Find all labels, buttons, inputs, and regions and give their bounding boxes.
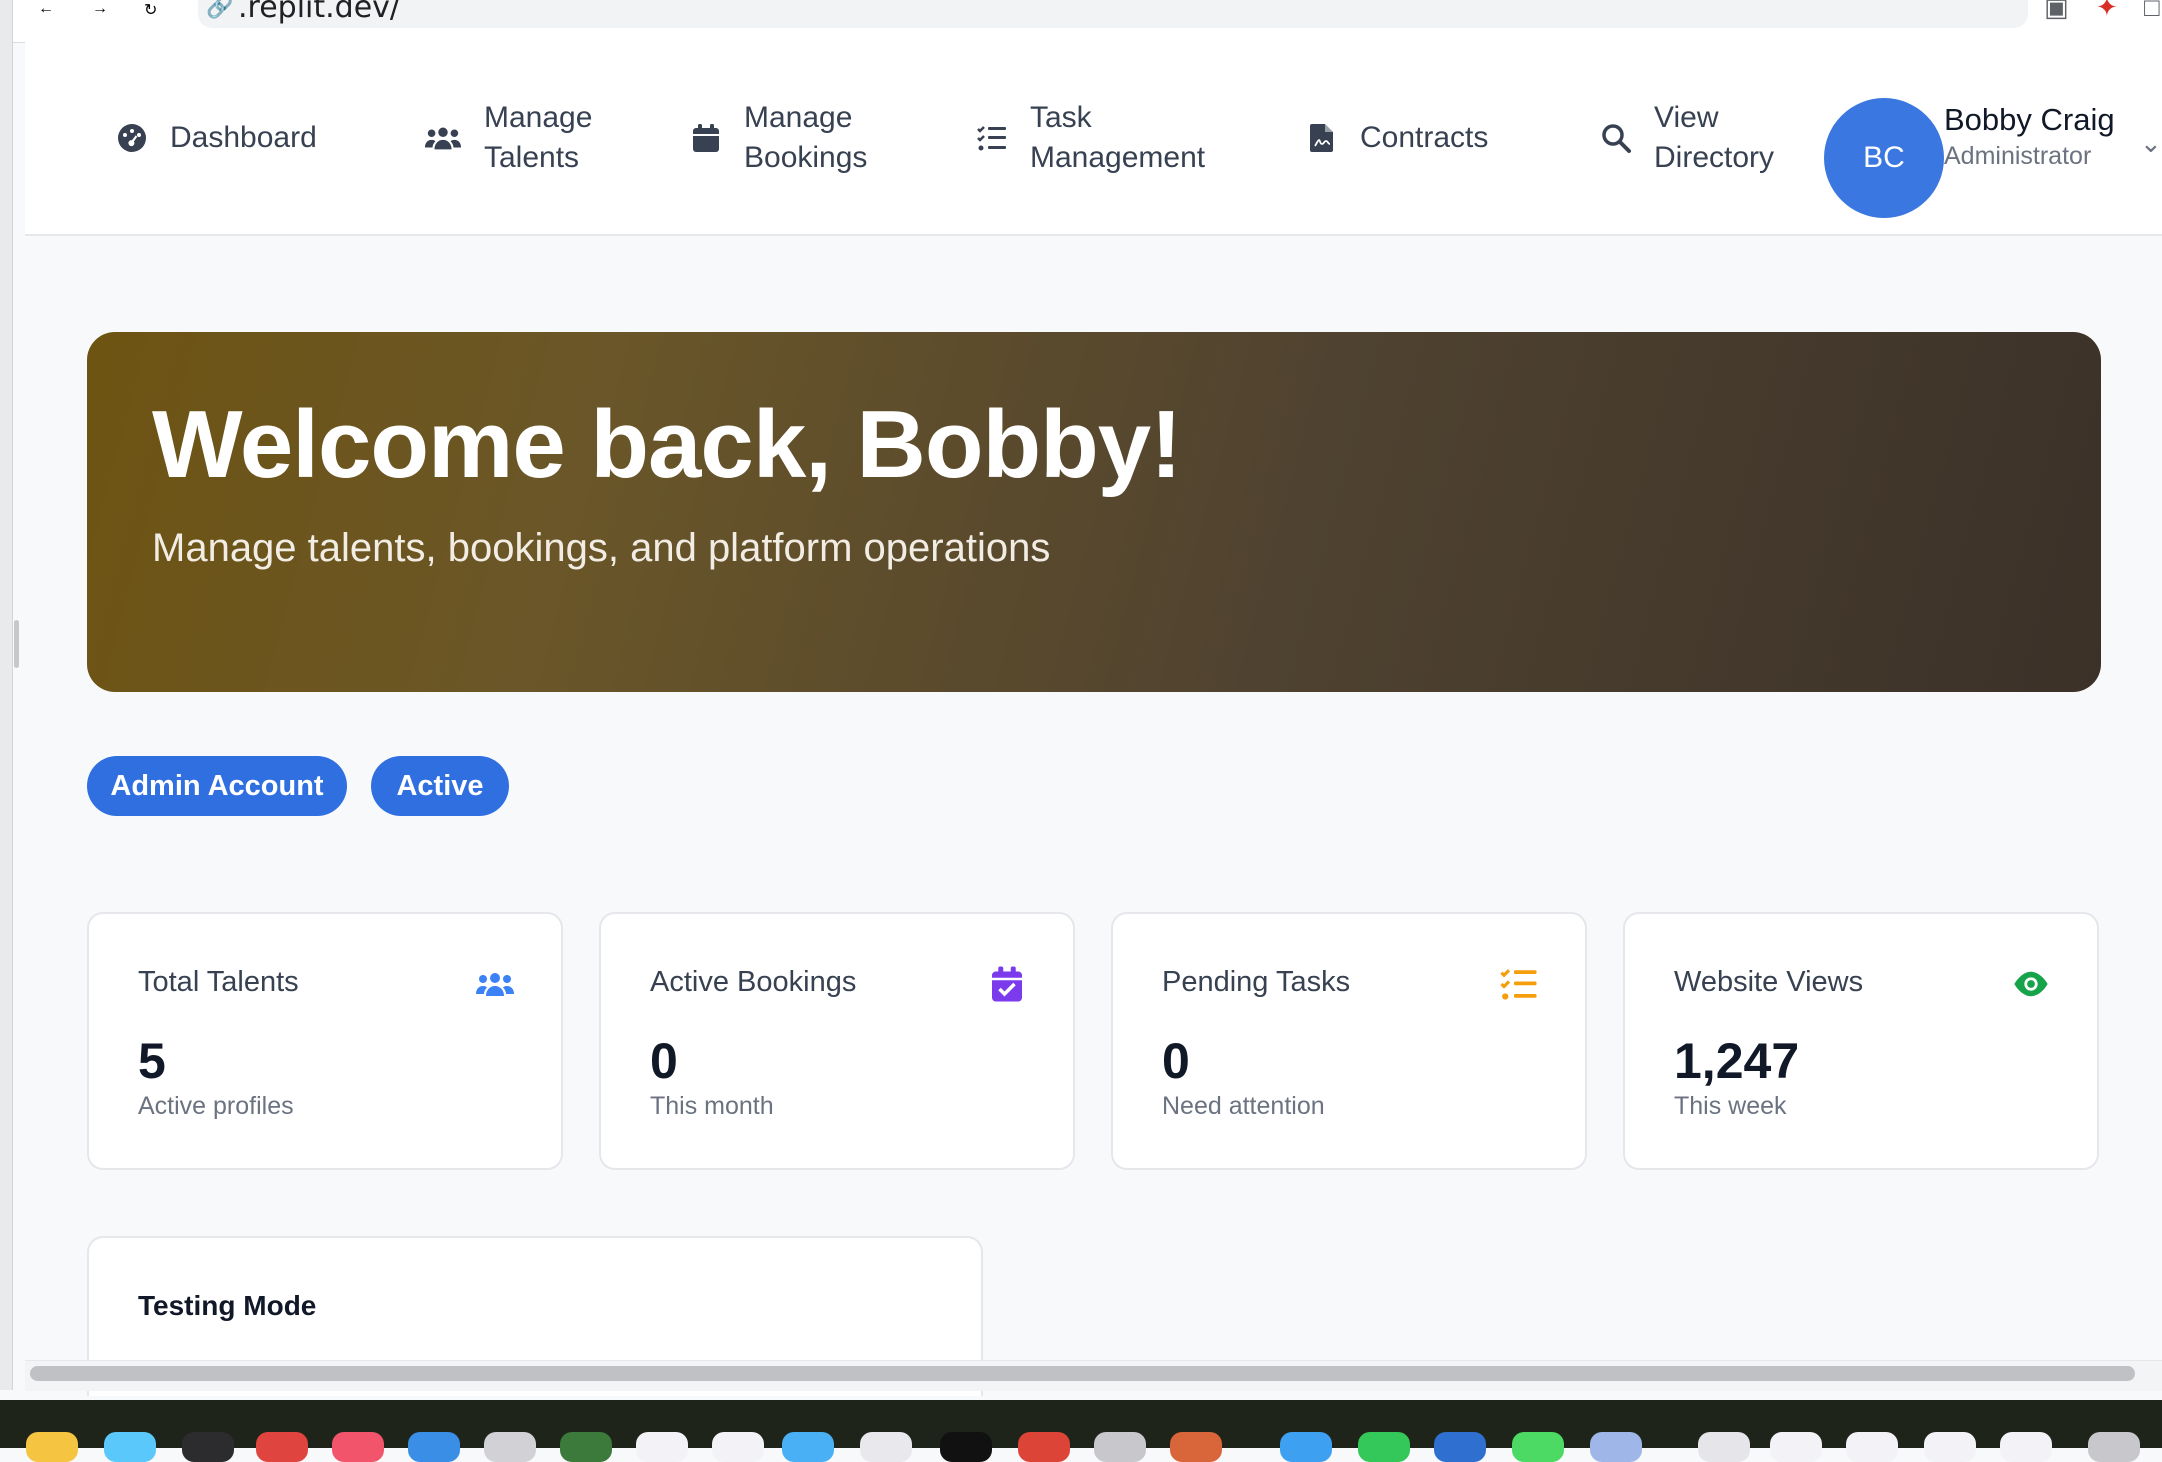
nav-task-management[interactable]: Task Management [976,98,1205,178]
stat-value: 5 [138,1033,166,1089]
user-role: Administrator [1944,142,2092,170]
nav-label-line2: Management [1030,141,1206,174]
reload-icon[interactable]: ↻ [144,0,157,20]
resize-handle[interactable] [14,620,19,668]
user-name[interactable]: Bobby Craig [1944,102,2115,138]
app-icon[interactable] [484,1432,536,1462]
safari-icon[interactable] [782,1432,834,1462]
app-icon[interactable] [1698,1432,1750,1462]
nav-label-line2: Talents [484,141,580,174]
app-icon[interactable] [636,1432,688,1462]
app-icon[interactable] [1170,1432,1222,1462]
nav-label-line1: View [1654,101,1719,134]
app-icon[interactable] [940,1432,992,1462]
app-icon[interactable] [1434,1432,1486,1462]
stat-subtext: Need attention [1162,1092,1325,1120]
stat-card-total-talents[interactable]: Total Talents 5 Active profiles [87,912,563,1170]
welcome-subtitle: Manage talents, bookings, and platform o… [152,526,1051,570]
nav-label-line1: Manage [484,101,593,134]
app-icon[interactable] [1846,1432,1898,1462]
app-icon[interactable] [1770,1432,1822,1462]
search-icon [1602,124,1631,153]
facetime-icon[interactable] [1512,1432,1564,1462]
window-left-edge [0,0,13,1390]
nav-label-line2: Directory [1654,141,1775,174]
app-icon[interactable] [1094,1432,1146,1462]
nav-manage-bookings[interactable]: Manage Bookings [690,98,867,178]
stat-value: 0 [1162,1033,1190,1089]
notes-app-icon[interactable] [26,1432,78,1462]
extension-icon[interactable]: ✦ [2096,0,2118,23]
users-icon [476,973,514,996]
nav-label-line1: Manage [744,101,853,134]
link-icon: 🔗 [206,0,234,19]
stat-value: 1,247 [1674,1033,1800,1089]
avatar[interactable]: BC [1824,98,1944,218]
nav-contracts[interactable]: Contracts [1306,118,1488,158]
device-toggle-icon[interactable]: ▣ [2044,0,2069,23]
messages-icon[interactable] [1358,1432,1410,1462]
app-icon[interactable] [1924,1432,1976,1462]
stat-subtext: This month [650,1092,774,1120]
testing-mode-title: Testing Mode [138,1290,317,1321]
status-badge: Active [371,756,509,816]
task-list-icon [977,126,1006,151]
nav-label-line1: Task [1030,101,1092,134]
stat-label: Pending Tasks [1162,966,1351,998]
chevron-down-icon[interactable]: ⌄ [2140,128,2162,159]
admin-account-badge: Admin Account [87,756,347,816]
trash-icon[interactable] [2088,1432,2140,1462]
terminal-app-icon[interactable] [182,1432,234,1462]
stat-card-active-bookings[interactable]: Active Bookings 0 This month [599,912,1075,1170]
app-icon[interactable] [560,1432,612,1462]
contract-icon [1310,124,1333,152]
stat-card-website-views[interactable]: Website Views 1,247 This week [1623,912,2099,1170]
welcome-title: Welcome back, Bobby! [152,391,1182,498]
app-store-icon[interactable] [408,1432,460,1462]
nav-label-line2: Bookings [744,141,868,174]
stat-value: 0 [650,1033,678,1089]
app-icon[interactable] [2000,1432,2052,1462]
nav-label: Dashboard [170,121,317,154]
stat-label: Active Bookings [650,966,857,998]
app-icon[interactable] [104,1432,156,1462]
welcome-banner [87,332,2101,692]
app-icon[interactable] [256,1432,308,1462]
address-bar[interactable] [198,0,2028,28]
stat-card-pending-tasks[interactable]: Pending Tasks 0 Need attention [1111,912,1587,1170]
users-icon [424,127,462,150]
app-icon[interactable] [712,1432,764,1462]
app-icon[interactable] [860,1432,912,1462]
back-icon[interactable]: ← [38,0,54,18]
sidebar-toggle-icon[interactable]: □ [2144,0,2160,23]
dock [0,1400,2162,1448]
stat-label: Website Views [1674,966,1864,998]
app-icon[interactable] [1590,1432,1642,1462]
chrome-icon[interactable] [1018,1432,1070,1462]
calendar-icon [693,124,719,152]
music-app-icon[interactable] [332,1432,384,1462]
eye-icon [2014,971,2048,997]
url-text[interactable]: .replit.dev/ [238,0,400,25]
stat-subtext: Active profiles [138,1092,294,1120]
gauge-icon [118,124,146,152]
scrollbar-thumb[interactable] [30,1366,2135,1381]
stat-label: Total Talents [138,966,299,998]
forward-icon[interactable]: → [92,0,108,18]
nav-label: Contracts [1360,121,1489,154]
nav-dashboard[interactable]: Dashboard [116,118,317,158]
nav-view-directory[interactable]: View Directory [1600,98,1774,178]
task-list-icon [1500,969,1537,1000]
nav-manage-talents[interactable]: Manage Talents [424,98,592,178]
calendar-check-icon [992,966,1022,1002]
stat-subtext: This week [1674,1092,1787,1120]
app-icon[interactable] [1280,1432,1332,1462]
